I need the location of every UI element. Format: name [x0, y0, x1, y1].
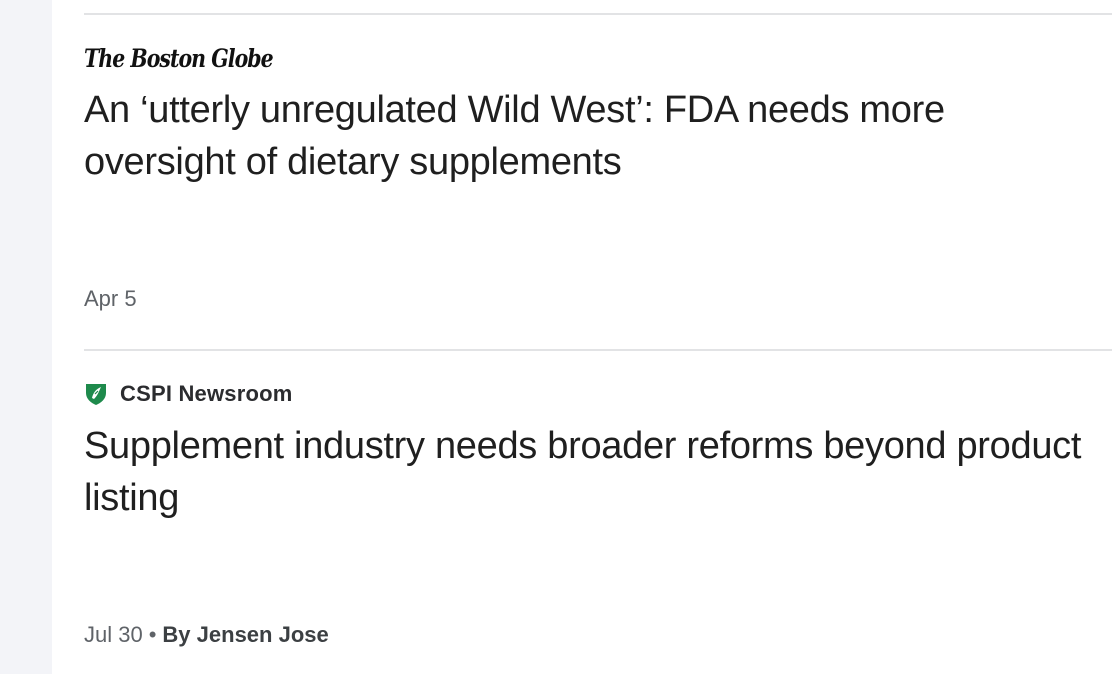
source-logo[interactable]: The Boston Globe: [84, 44, 274, 73]
article-headline[interactable]: An ‘utterly unregulated Wild West’: FDA …: [84, 84, 1084, 188]
divider: [84, 349, 1112, 351]
cspi-shield-icon: [84, 382, 108, 406]
article-headline[interactable]: Supplement industry needs broader reform…: [84, 420, 1084, 524]
source-name[interactable]: CSPI Newsroom: [120, 381, 293, 407]
article-author[interactable]: By Jensen Jose: [162, 622, 328, 647]
meta-separator: •: [148, 622, 157, 647]
article-meta: Jul 30 • By Jensen Jose: [84, 622, 329, 648]
news-feed: The Boston Globe An ‘utterly unregulated…: [84, 0, 1112, 674]
divider: [84, 13, 1112, 15]
article-meta: Apr 5: [84, 286, 137, 312]
article-date: Apr 5: [84, 286, 137, 311]
source-row: The Boston Globe: [84, 40, 1084, 76]
article-card[interactable]: CSPI Newsroom Supplement industry needs …: [84, 376, 1084, 647]
article-date: Jul 30: [84, 622, 143, 647]
article-card[interactable]: The Boston Globe An ‘utterly unregulated…: [84, 40, 1084, 312]
left-rail: [0, 0, 52, 674]
source-row: CSPI Newsroom: [84, 376, 1084, 412]
